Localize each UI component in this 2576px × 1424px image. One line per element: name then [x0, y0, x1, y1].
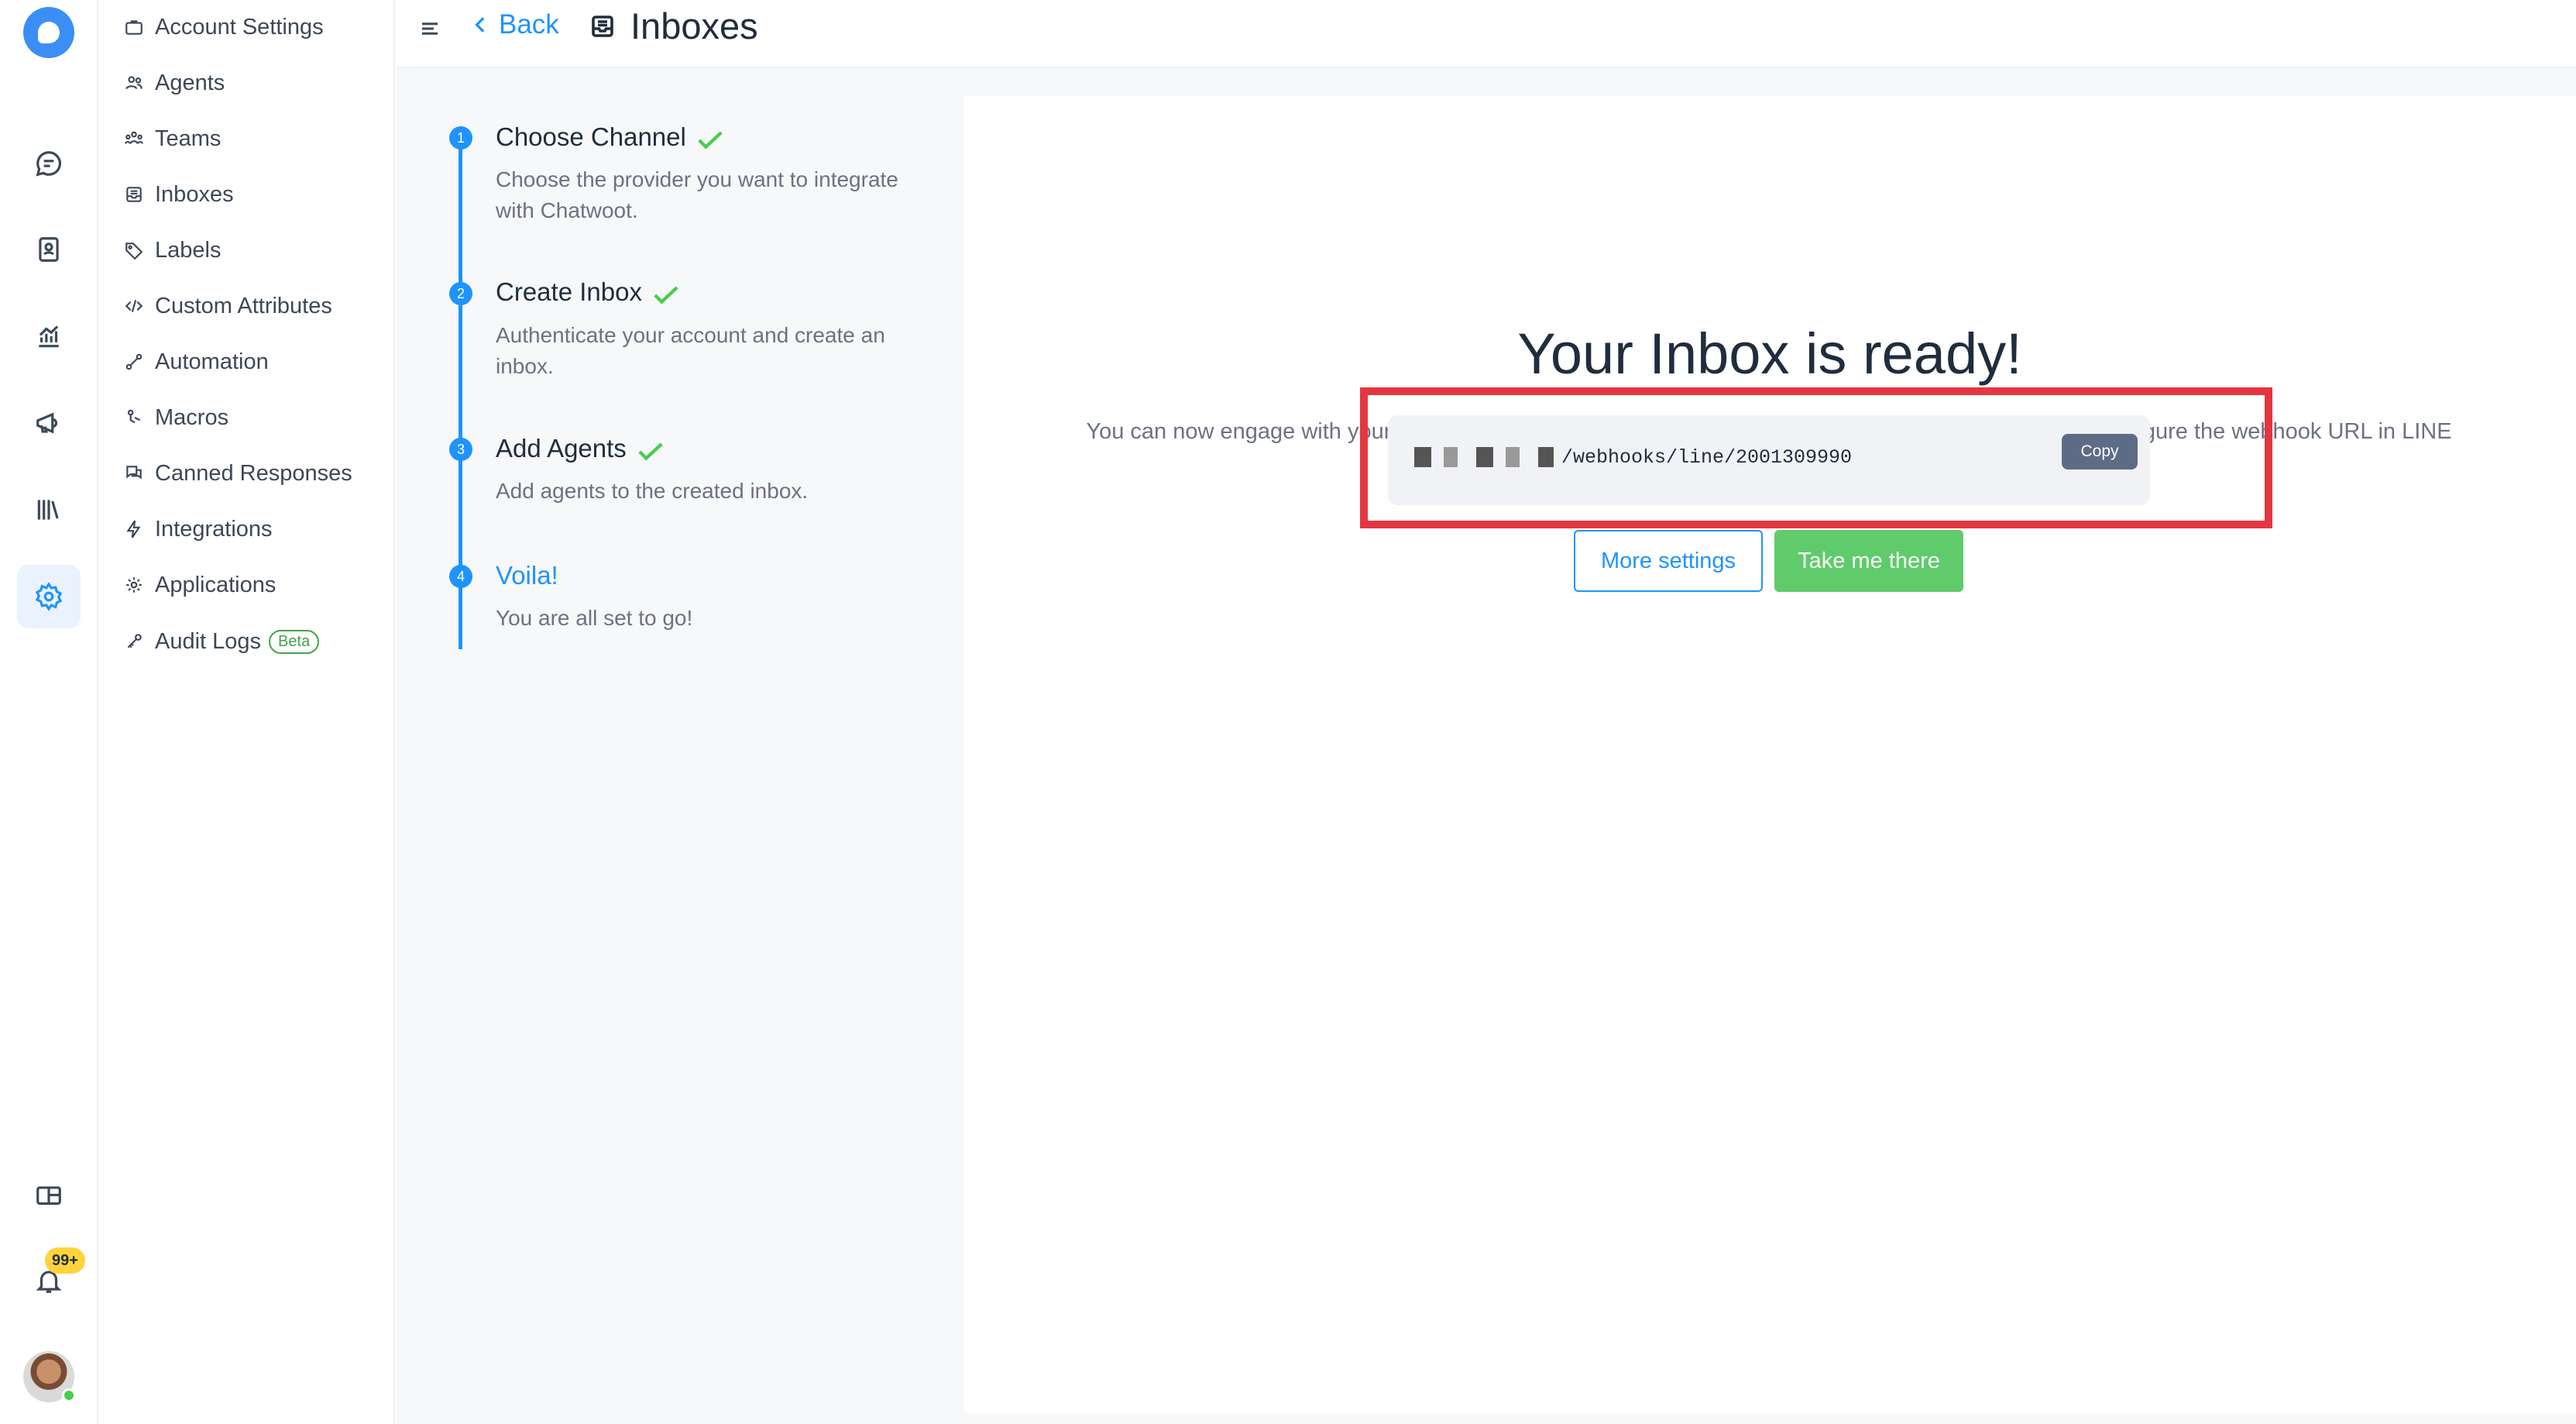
step-number: 4 — [449, 565, 472, 588]
sidebar-item-custom-attributes[interactable]: Custom Attributes — [124, 287, 332, 325]
contacts-icon[interactable] — [17, 218, 81, 281]
checkmark-icon — [653, 282, 679, 304]
step-title-text: Voila! — [496, 561, 558, 590]
sidebar-item-label: Macros — [155, 404, 229, 430]
sidebar-item-labels[interactable]: Labels — [124, 231, 221, 270]
wizard-steps-panel: 1 Choose Channel Choose the provider you… — [397, 68, 962, 1424]
sidebar-item-integrations[interactable]: Integrations — [124, 510, 273, 549]
key-icon — [124, 631, 144, 652]
sidebar-item-label: Labels — [155, 237, 222, 263]
reports-icon[interactable] — [17, 304, 81, 368]
flash-icon — [124, 519, 144, 539]
chatwoot-logo[interactable] — [23, 7, 74, 58]
online-status-dot — [62, 1388, 76, 1402]
step-description: Choose the provider you want to integrat… — [496, 167, 898, 222]
take-me-there-button[interactable]: Take me there — [1774, 530, 1963, 592]
inbox-ready-card: Your Inbox is ready! You can now engage … — [963, 96, 2576, 1413]
sidebar-item-agents[interactable]: Agents — [124, 64, 225, 102]
step-title-text: Choose Channel — [496, 122, 686, 151]
campaigns-icon[interactable] — [17, 391, 81, 455]
step-number: 3 — [449, 438, 472, 461]
code-icon — [124, 296, 144, 316]
briefcase-icon — [124, 17, 144, 37]
inbox-icon — [124, 184, 144, 205]
sidebar-item-label: Teams — [155, 126, 222, 151]
beta-badge: Beta — [269, 629, 320, 654]
sidebar-item-label: Integrations — [155, 516, 273, 542]
webhook-url-text[interactable]: /webhooks/line/2001309990 — [1414, 446, 1852, 469]
sidebar-item-applications[interactable]: Applications — [124, 566, 276, 604]
chevron-left-icon — [475, 17, 485, 33]
gear-puzzle-icon — [124, 575, 144, 595]
sidebar-item-label: Agents — [155, 70, 225, 95]
step-title-choose-channel: Choose Channel — [496, 122, 723, 152]
macro-icon — [124, 408, 144, 428]
page-title-text: Inboxes — [630, 5, 758, 46]
step-title-text: Add Agents — [496, 434, 627, 463]
page-title: Inboxes — [589, 5, 758, 47]
chat-bubbles-icon — [124, 463, 144, 483]
page-header: Back Inboxes — [397, 0, 2576, 68]
step-description: Authenticate your account and create an … — [496, 323, 885, 378]
back-button[interactable]: Back — [471, 9, 559, 40]
notification-badge: 99+ — [45, 1247, 85, 1274]
settings-sidebar: Account Settings Agents Teams Inboxes La… — [99, 0, 395, 1424]
sidebar-item-label: Account Settings — [155, 14, 324, 40]
sidebar-item-macros[interactable]: Macros — [124, 398, 228, 437]
step-title-text: Create Inbox — [496, 277, 642, 306]
more-settings-button[interactable]: More settings — [1574, 530, 1763, 592]
inbox-icon — [592, 15, 613, 37]
sidebar-item-audit-logs[interactable]: Audit Logs Beta — [124, 622, 320, 661]
ready-title: Your Inbox is ready! — [1517, 322, 2022, 386]
redacted-mask — [1414, 447, 1554, 468]
team-icon — [124, 129, 144, 149]
copy-button[interactable]: Copy — [2062, 434, 2138, 470]
sidebar-item-label: Custom Attributes — [155, 293, 332, 318]
step-number: 2 — [449, 282, 472, 305]
webhook-url-box: /webhooks/line/2001309990 Copy — [1388, 415, 2150, 505]
sidebar-item-automation[interactable]: Automation — [124, 342, 269, 381]
step-title-voila: Voila! — [496, 561, 558, 590]
step-title-create-inbox: Create Inbox — [496, 277, 679, 307]
sidebar-item-label: Automation — [155, 349, 269, 374]
step-description: Add agents to the created inbox. — [496, 479, 809, 503]
sidebar-item-label: Inboxes — [155, 181, 234, 207]
library-icon[interactable] — [17, 478, 81, 542]
step-description: You are all set to go! — [496, 606, 693, 630]
people-icon — [124, 73, 144, 93]
dashboard-apps-icon[interactable] — [17, 1164, 81, 1228]
conversations-icon[interactable] — [17, 132, 81, 195]
menu-toggle-icon[interactable] — [418, 17, 441, 40]
automation-icon — [124, 352, 144, 372]
webhook-url-value: /webhooks/line/2001309990 — [1561, 446, 1853, 469]
back-label: Back — [499, 9, 559, 40]
sidebar-item-label: Applications — [155, 572, 276, 597]
checkmark-icon — [697, 127, 723, 150]
step-number: 1 — [449, 126, 472, 150]
sidebar-item-label: Canned Responses — [155, 460, 352, 486]
checkmark-icon — [637, 439, 664, 461]
settings-icon[interactable] — [17, 565, 81, 628]
sidebar-item-canned-responses[interactable]: Canned Responses — [124, 454, 352, 493]
tag-icon — [124, 240, 144, 260]
sidebar-item-label: Audit Logs — [155, 628, 262, 654]
sidebar-item-account-settings[interactable]: Account Settings — [124, 8, 324, 46]
sidebar-item-inboxes[interactable]: Inboxes — [124, 175, 234, 214]
sidebar-item-teams[interactable]: Teams — [124, 119, 221, 158]
step-title-add-agents: Add Agents — [496, 434, 664, 463]
primary-nav-rail: 99+ — [0, 0, 98, 1424]
